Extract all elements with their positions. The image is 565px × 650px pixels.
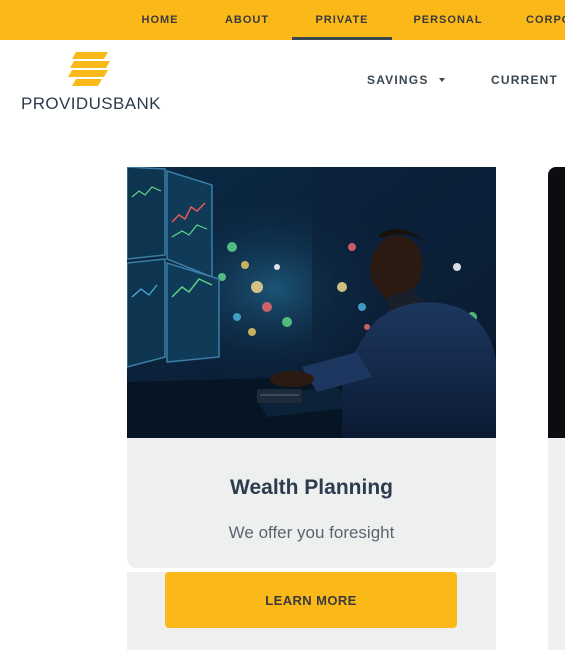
learn-more-button[interactable]: LEARN MORE [165, 572, 457, 628]
top-nav-about[interactable]: ABOUT [224, 0, 270, 40]
caret-down-icon [438, 78, 445, 82]
card-footer: LEARN MORE [127, 572, 496, 650]
nav-savings-label: SAVINGS [367, 73, 429, 87]
next-product-card-image [548, 167, 565, 438]
card-title: Wealth Planning [230, 476, 393, 499]
top-nav: HOME ABOUT PRIVATE PERSONAL CORPO [0, 0, 565, 40]
card-image [127, 167, 496, 438]
site-header: PROVIDUSBANK SAVINGS CURRENT [0, 40, 565, 125]
card-body: Wealth Planning We offer you foresight [127, 438, 496, 568]
trader-at-monitors-image [127, 167, 496, 438]
brand-name[interactable]: PROVIDUSBANK [21, 94, 161, 114]
top-nav-personal[interactable]: PERSONAL [413, 0, 483, 40]
nav-savings[interactable]: SAVINGS [367, 70, 445, 90]
card-subtitle: We offer you foresight [228, 523, 395, 542]
top-nav-private[interactable]: PRIVATE [292, 0, 392, 40]
top-nav-home[interactable]: HOME [140, 0, 180, 40]
next-product-card-body [548, 438, 565, 650]
nav-current[interactable]: CURRENT [491, 70, 565, 90]
top-nav-corporate[interactable]: CORPO [526, 0, 565, 40]
providus-logo-icon[interactable] [68, 52, 110, 88]
nav-current-label: CURRENT [491, 73, 559, 87]
product-card-wealth-planning: Wealth Planning We offer you foresight L… [127, 167, 496, 650]
